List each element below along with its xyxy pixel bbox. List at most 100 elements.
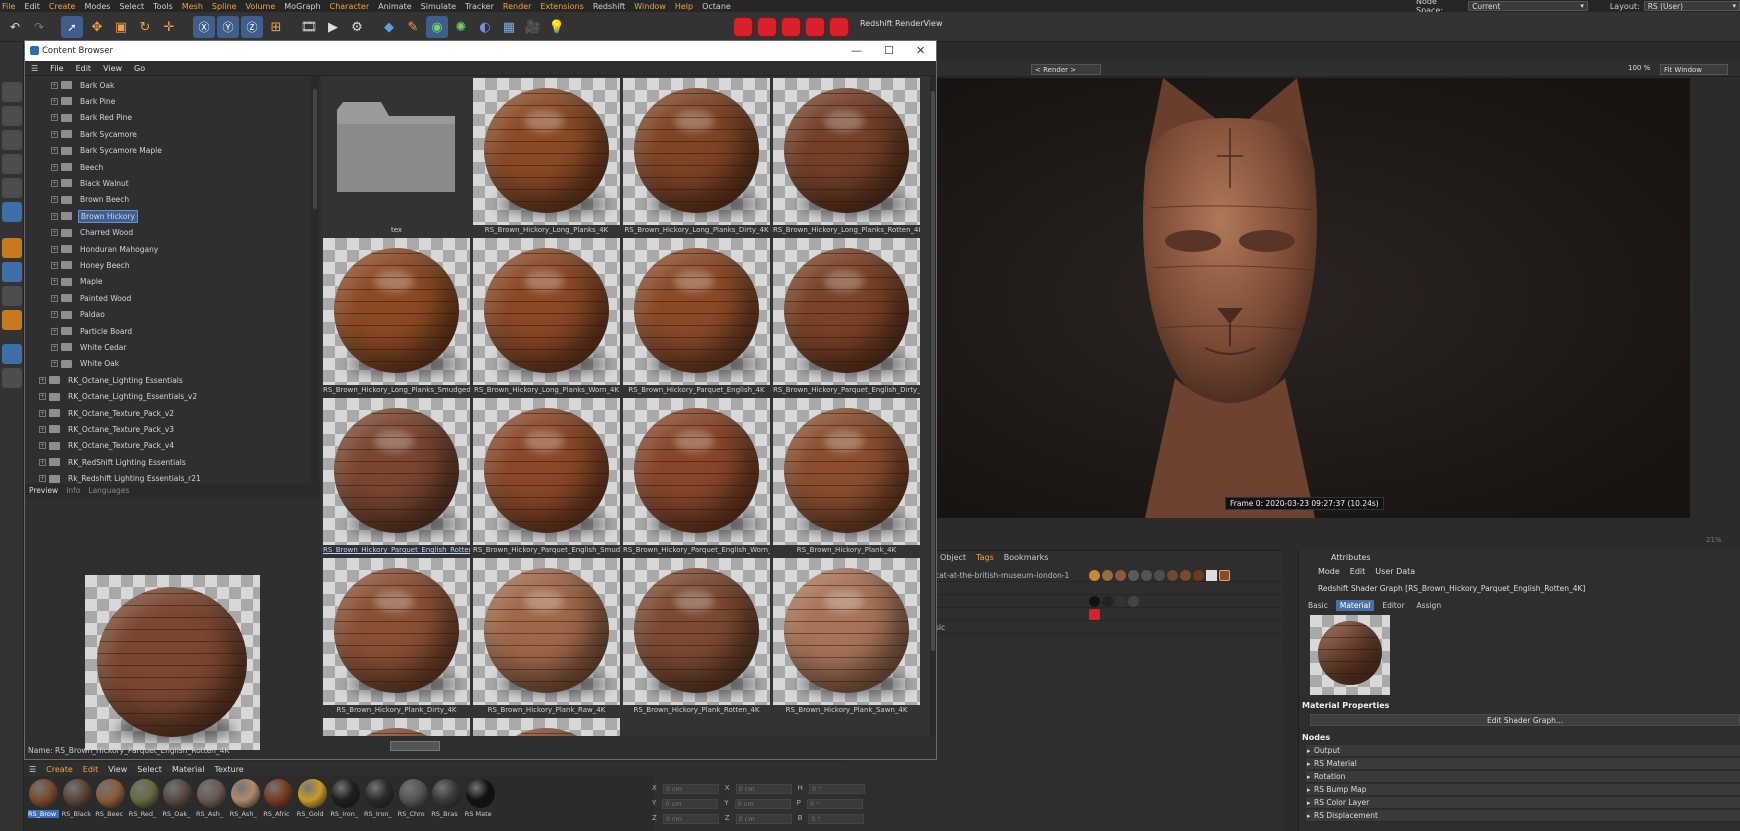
floor-button[interactable]: ▦ xyxy=(498,16,520,38)
light-button[interactable]: 💡 xyxy=(546,16,568,38)
tree-item[interactable]: + Honduran Mahogany xyxy=(51,242,160,256)
move-tool-button[interactable]: ✥ xyxy=(86,16,108,38)
material-swatch[interactable]: RS_Black xyxy=(62,779,93,823)
menu-tracker[interactable]: Tracker xyxy=(463,2,501,11)
coord-field[interactable]: 0 cm xyxy=(662,799,719,809)
expand-icon[interactable]: + xyxy=(51,97,58,105)
expand-icon[interactable]: + xyxy=(39,475,46,483)
material-swatch[interactable]: RS_Beec xyxy=(95,779,126,823)
node-rs-bump-map[interactable]: RS Bump Map xyxy=(1306,784,1740,796)
material-swatch[interactable]: RS_Iron_ xyxy=(330,779,361,823)
expand-icon[interactable]: + xyxy=(51,327,58,335)
material-swatch[interactable]: RS_Gold xyxy=(297,779,328,823)
cb-menu-file[interactable]: File xyxy=(44,64,69,73)
cloner-button[interactable]: ✺ xyxy=(450,16,472,38)
material-tile[interactable]: RS_Brown_Hickory_Long_Planks_Worn_4K xyxy=(473,238,620,396)
tree-item[interactable]: + RK_Octane_Texture_Pack_v4 xyxy=(39,439,176,453)
coord-field[interactable]: 0 cm xyxy=(662,814,719,824)
node-space-dropdown[interactable]: Current (Standard/Physical) xyxy=(1468,1,1588,20)
material-swatch[interactable]: RS_Ash_ xyxy=(196,779,227,823)
material-tag-icon[interactable] xyxy=(1115,596,1126,607)
node-rs-material[interactable]: RS Material xyxy=(1306,758,1740,770)
thumbnail-size-slider[interactable] xyxy=(390,741,440,751)
polygons-mode-icon[interactable] xyxy=(2,202,22,222)
tree-item[interactable]: + Rk_Redshift Lighting Essentials_r21 xyxy=(39,472,203,484)
menu-help[interactable]: Help xyxy=(673,2,700,11)
material-tag-icon[interactable] xyxy=(1089,596,1100,607)
menu-redshift[interactable]: Redshift xyxy=(591,2,632,11)
menu-simulate[interactable]: Simulate xyxy=(419,2,463,11)
material-tile[interactable]: RS_Brown_Hickory_Long_Planks_Smudged... xyxy=(323,238,470,396)
mat-menu-select[interactable]: Select xyxy=(132,765,167,774)
redshift-tag-icon[interactable] xyxy=(1089,609,1100,620)
snap-icon[interactable] xyxy=(2,286,22,306)
coord-field[interactable]: 0 ° xyxy=(808,784,865,794)
folder-tile[interactable]: tex xyxy=(323,78,470,236)
menu-animate[interactable]: Animate xyxy=(376,2,419,11)
menu-create[interactable]: Create xyxy=(47,2,83,11)
material-swatch[interactable]: RS_Ash_ xyxy=(230,779,261,823)
tree-item[interactable]: + Black Walnut xyxy=(51,176,131,190)
expand-icon[interactable]: + xyxy=(39,458,46,466)
tree-item[interactable]: + White Oak xyxy=(51,357,121,371)
uv-grid-icon[interactable] xyxy=(2,344,22,364)
material-tile[interactable]: RS_Brown_Hickory_Long_Planks_4K xyxy=(473,78,620,236)
expand-icon[interactable]: + xyxy=(51,147,58,155)
paint-icon[interactable] xyxy=(2,368,22,388)
tweak-icon[interactable] xyxy=(2,262,22,282)
tree-item[interactable]: + Brown Hickory xyxy=(51,209,138,223)
expand-icon[interactable]: + xyxy=(39,376,46,384)
tree-item[interactable]: + Maple xyxy=(51,275,105,289)
axis-icon[interactable] xyxy=(2,238,22,258)
attr-menu-mode[interactable]: Mode xyxy=(1318,567,1340,576)
layout-dropdown[interactable]: RS (User) xyxy=(1643,1,1740,11)
menu-volume[interactable]: Volume xyxy=(244,2,283,11)
expand-icon[interactable]: + xyxy=(51,196,58,204)
grid-scrollbar-thumb[interactable] xyxy=(931,91,935,651)
menu-extensions[interactable]: Extensions xyxy=(538,2,590,11)
tab-languages[interactable]: Languages xyxy=(84,486,133,495)
material-tile[interactable]: RS_Brown_Hickory_Long_Planks_Rotten_4K xyxy=(773,78,920,236)
material-swatch[interactable]: RS_Afric xyxy=(263,779,294,823)
material-tag-icon[interactable] xyxy=(1141,570,1152,581)
menu-render[interactable]: Render xyxy=(501,2,538,11)
material-swatch[interactable]: RS_Chro xyxy=(398,779,429,823)
tab-object[interactable]: Object xyxy=(940,553,966,562)
render-settings-button[interactable]: ⚙ xyxy=(346,16,368,38)
node-output[interactable]: Output xyxy=(1306,745,1740,757)
cb-menu-go[interactable]: Go xyxy=(128,64,151,73)
tree-item[interactable]: + Bark Sycamore Maple xyxy=(51,144,164,158)
tree-item[interactable]: + RK_Octane_Lighting_Essentials_v2 xyxy=(39,390,199,404)
material-tile[interactable]: RS_Brown_Hickory_Long_Planks_Dirty_4K xyxy=(623,78,770,236)
mat-menu-edit[interactable]: Edit xyxy=(78,765,104,774)
maximize-icon[interactable]: ☐ xyxy=(884,44,894,57)
deformer-button[interactable]: ◐ xyxy=(474,16,496,38)
material-tag-icon[interactable] xyxy=(1167,570,1178,581)
model-mode-icon[interactable] xyxy=(2,82,22,102)
minimize-icon[interactable]: — xyxy=(851,44,862,57)
tree-item[interactable]: + Bark Red Pine xyxy=(51,111,134,125)
coord-field[interactable]: 0 ° xyxy=(806,799,863,809)
materials-menu-icon[interactable]: ☰ xyxy=(24,765,41,774)
material-tag-icon[interactable] xyxy=(1193,570,1204,581)
material-tag-icon[interactable] xyxy=(1180,570,1191,581)
material-swatch[interactable]: RS_Red_ xyxy=(129,779,160,823)
tab-editor[interactable]: Editor xyxy=(1378,600,1408,611)
attr-menu-edit[interactable]: Edit xyxy=(1350,567,1366,576)
tree-item[interactable]: + Bark Sycamore xyxy=(51,127,139,141)
expand-icon[interactable]: + xyxy=(51,130,58,138)
tab-info[interactable]: Info xyxy=(62,486,84,495)
coordinate-system-button[interactable]: ⊞ xyxy=(265,16,287,38)
render-view-button[interactable]: ▶ xyxy=(322,16,344,38)
menu-character[interactable]: Character xyxy=(328,2,377,11)
camera-button[interactable]: 🎥 xyxy=(522,16,544,38)
tree-item[interactable]: + Bark Oak xyxy=(51,78,116,92)
texture-mode-icon[interactable] xyxy=(2,106,22,126)
tree-item[interactable]: + Painted Wood xyxy=(51,291,133,305)
material-tag-icon[interactable] xyxy=(1115,570,1126,581)
magnet-icon[interactable] xyxy=(2,310,22,330)
tree-item[interactable]: + Beech xyxy=(51,160,105,174)
menu-mograph[interactable]: MoGraph xyxy=(282,2,327,11)
expand-icon[interactable]: + xyxy=(51,212,58,220)
redshift-light-icon[interactable] xyxy=(829,17,849,37)
